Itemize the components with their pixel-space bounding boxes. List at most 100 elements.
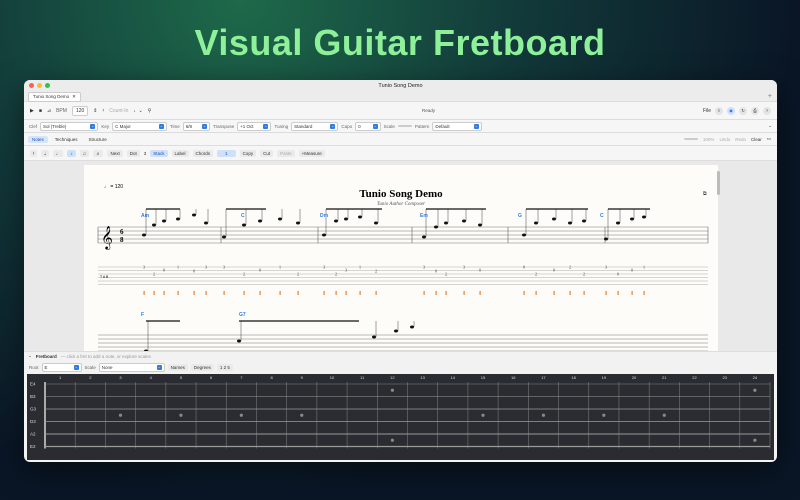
quarter-note-icon[interactable]: ♪	[67, 149, 76, 157]
tab-notes[interactable]: Notes	[28, 135, 48, 143]
note-head[interactable]	[522, 233, 526, 237]
chord-label[interactable]: C	[241, 213, 245, 219]
note-head[interactable]	[162, 219, 166, 223]
note-head[interactable]	[192, 213, 196, 217]
undo-button[interactable]: Undo	[719, 137, 730, 142]
note-head[interactable]	[630, 217, 634, 221]
time-select[interactable]: 6/8 ⌄	[182, 121, 210, 131]
whole-note-icon[interactable]: 𝅗𝅥	[41, 149, 49, 157]
note-head[interactable]	[552, 217, 556, 221]
tab-number[interactable]: 2	[445, 272, 447, 277]
capo-select[interactable]: 0 ⌄	[355, 121, 381, 131]
label-button[interactable]: Label	[171, 149, 189, 157]
tab-number[interactable]: 2	[569, 265, 571, 270]
chords-button[interactable]: Chords	[192, 149, 214, 157]
chord-label[interactable]: Em	[420, 213, 428, 219]
note-head[interactable]	[278, 217, 282, 221]
note-head[interactable]	[358, 215, 362, 219]
note-head[interactable]	[296, 221, 300, 225]
note-head[interactable]	[462, 219, 466, 223]
note-head[interactable]	[444, 221, 448, 225]
clef-select[interactable]: Sol (Treble) ⌄	[40, 121, 99, 131]
tuner-icon[interactable]: ♮	[102, 108, 104, 114]
chord-label[interactable]: F	[141, 312, 144, 318]
redo-button[interactable]: Redo	[735, 137, 746, 142]
note-head[interactable]	[334, 219, 338, 223]
sidebar-toggle-icon[interactable]: ▭	[767, 136, 771, 142]
add-measure-button[interactable]: +Measure	[298, 149, 325, 157]
note-head[interactable]	[258, 219, 262, 223]
chord-label[interactable]: C	[600, 213, 604, 219]
half-note-icon[interactable]: ♩	[52, 149, 64, 157]
note-head[interactable]	[616, 221, 620, 225]
stack-button[interactable]: Stack	[150, 149, 168, 157]
note-head[interactable]	[344, 217, 348, 221]
note-head[interactable]	[322, 233, 326, 237]
sound-icon[interactable]: ◉	[727, 106, 735, 115]
chord-label[interactable]: Am	[141, 213, 150, 219]
record-icon[interactable]: ⚲	[148, 108, 152, 114]
paste-button[interactable]: Paste	[277, 149, 295, 157]
new-tab-icon[interactable]: +	[768, 93, 772, 100]
stop-icon[interactable]: ■	[39, 108, 42, 114]
scale-select[interactable]: None ⌄	[98, 362, 165, 372]
chord-label[interactable]: Dm	[320, 213, 329, 219]
tab-number[interactable]: 3	[223, 265, 225, 270]
note-head[interactable]	[242, 223, 246, 227]
intervals-button[interactable]: 1 2 5	[216, 363, 233, 371]
dot-button[interactable]: Dot	[126, 149, 140, 157]
tab-techniques[interactable]: Techniques	[51, 136, 82, 143]
note-head[interactable]	[204, 221, 208, 225]
rest-icon[interactable]: 𝄽	[30, 149, 38, 157]
tab-number[interactable]: 3	[605, 265, 607, 270]
chord-label[interactable]: G	[518, 213, 522, 219]
tab-number[interactable]: 0	[163, 268, 165, 273]
loop-icon[interactable]: ↻	[739, 106, 747, 115]
tab-number[interactable]: 3	[205, 265, 207, 270]
tab-number[interactable]: 2	[535, 272, 537, 277]
tab-number[interactable]: 0	[553, 268, 555, 273]
degrees-button[interactable]: Degrees	[190, 363, 214, 371]
zoom-slider[interactable]	[683, 138, 698, 140]
scale-slider[interactable]	[397, 125, 412, 127]
play-icon[interactable]: ▶	[30, 108, 34, 114]
next-button[interactable]: Next	[107, 149, 123, 157]
tuning-select[interactable]: Standard ⌄	[291, 121, 339, 131]
transpose-select[interactable]: +1 Oct ⌄	[237, 121, 272, 131]
note-head[interactable]	[604, 237, 608, 241]
tab-number[interactable]: 2	[243, 272, 245, 277]
note-head[interactable]	[237, 339, 241, 343]
note-duration-icon[interactable]: ♩⌄	[133, 108, 142, 114]
tab-number[interactable]: 2	[153, 272, 155, 277]
bpm-input[interactable]: 120	[71, 105, 89, 116]
eighth-note-icon[interactable]: ♫	[79, 149, 89, 157]
collapse-chevron-icon[interactable]: ⌄	[768, 123, 772, 129]
tab-number[interactable]: 0	[479, 268, 481, 273]
page-settings-icon[interactable]: ⧉	[703, 191, 707, 197]
tab-number[interactable]: 2	[297, 272, 299, 277]
tab-number[interactable]: 0	[523, 265, 525, 270]
clear-button[interactable]: Clear	[751, 137, 762, 142]
document-tab[interactable]: Tunio Song Demo ✕	[28, 91, 81, 102]
tab-number[interactable]: 2	[375, 269, 377, 274]
names-button[interactable]: Names	[167, 363, 188, 371]
bpm-stepper[interactable]: ⇕	[93, 108, 97, 114]
mixer-icon[interactable]: ≡	[715, 106, 723, 115]
score-page[interactable]: ♩ = 120 Tunio Song Demo Tunio Author Com…	[84, 165, 718, 351]
copy-button[interactable]: Copy	[239, 149, 257, 157]
tab-number[interactable]: 1	[643, 265, 645, 270]
note-head[interactable]	[568, 221, 572, 225]
print-icon[interactable]: ⎙	[751, 106, 759, 115]
root-select[interactable]: E ⌄	[41, 362, 82, 372]
note-head[interactable]	[394, 329, 398, 333]
tab-number[interactable]: 0	[435, 269, 437, 274]
close-tab-icon[interactable]: ✕	[72, 94, 76, 100]
zoom-window-button[interactable]	[45, 83, 50, 88]
tab-number[interactable]: 3	[345, 268, 347, 273]
minimize-window-button[interactable]	[37, 83, 42, 88]
score-scrollbar[interactable]	[717, 171, 720, 195]
note-head[interactable]	[422, 235, 426, 239]
chord-label[interactable]: G7	[239, 312, 246, 318]
tab-number[interactable]: 3	[423, 265, 425, 270]
tab-number[interactable]: 2	[335, 272, 337, 277]
